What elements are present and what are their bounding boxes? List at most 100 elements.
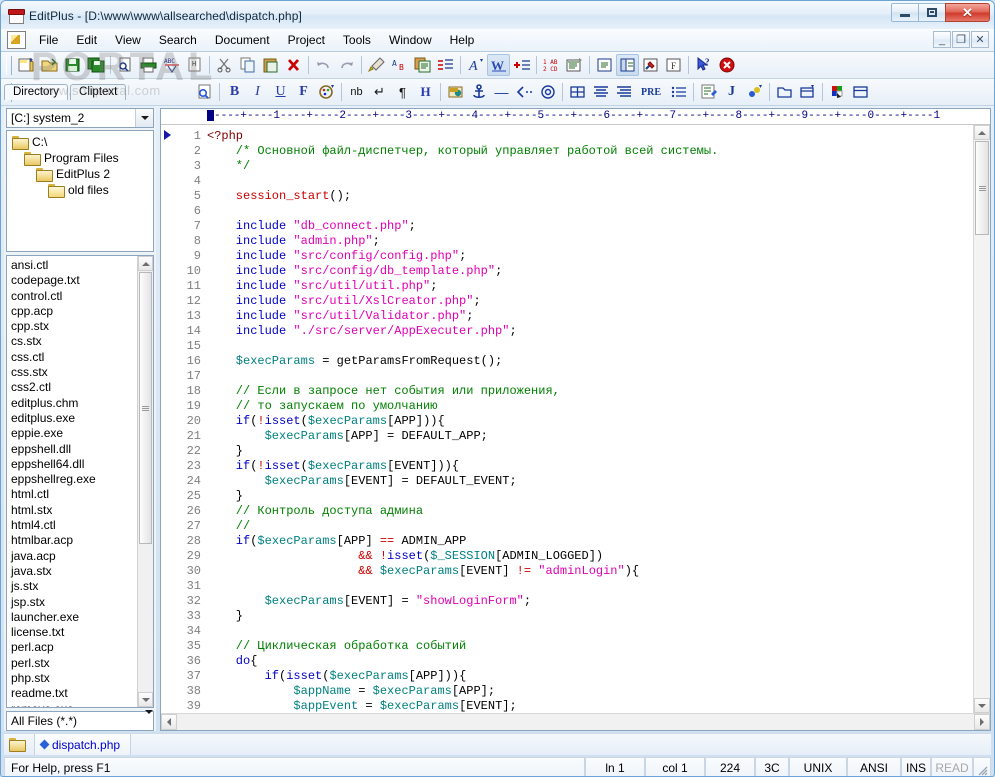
font-f-icon[interactable]: F — [292, 81, 315, 103]
file-list-item[interactable]: eppie.exe — [11, 426, 137, 441]
status-line-ending[interactable]: UNIX — [789, 757, 847, 776]
file-list-item[interactable]: perl.stx — [11, 656, 137, 671]
code-line[interactable]: if(!isset($execParams[APP])){ — [207, 414, 973, 429]
output-window-icon[interactable] — [593, 54, 616, 76]
floppy-save-icon[interactable] — [61, 54, 84, 76]
align-right-icon[interactable] — [612, 81, 635, 103]
file-list-item[interactable]: css.ctl — [11, 350, 137, 365]
code-line[interactable]: // Контроль доступа админа — [207, 504, 973, 519]
indent-list-icon[interactable] — [434, 54, 457, 76]
code-line[interactable]: if(!isset($execParams[EVENT])){ — [207, 459, 973, 474]
menu-help[interactable]: Help — [441, 31, 484, 49]
tab-cliptext[interactable]: Cliptext — [70, 84, 127, 100]
chevron-down-icon[interactable] — [145, 710, 153, 728]
code-line[interactable]: do{ — [207, 654, 973, 669]
menu-file[interactable]: File — [30, 31, 67, 49]
code-line[interactable]: session_start(); — [207, 189, 973, 204]
file-list-item[interactable]: remove.exe — [11, 702, 137, 707]
java-j-icon[interactable]: J — [720, 81, 743, 103]
red-x-icon[interactable] — [282, 54, 305, 76]
code-line[interactable]: // Если в запросе нет события или прилож… — [207, 384, 973, 399]
file-list-item[interactable]: css2.ctl — [11, 380, 137, 395]
print-preview-icon[interactable] — [114, 54, 137, 76]
code-line[interactable]: include "db_connect.php"; — [207, 219, 973, 234]
file-list-item[interactable]: java.stx — [11, 564, 137, 579]
magnifier-page-icon[interactable] — [193, 81, 216, 103]
function-f-icon[interactable]: F — [662, 54, 685, 76]
heading-h-icon[interactable]: H — [414, 81, 437, 103]
editor-hscroll-track[interactable] — [177, 714, 974, 730]
folder-link-icon[interactable] — [773, 81, 796, 103]
tabbar-folder-button[interactable] — [4, 734, 35, 755]
file-list-scrollbar[interactable] — [137, 256, 153, 707]
code-line[interactable]: include "./src/server/AppExecuter.php"; — [207, 324, 973, 339]
menu-edit[interactable]: Edit — [67, 31, 106, 49]
file-list-item[interactable]: cpp.stx — [11, 319, 137, 334]
menu-view[interactable]: View — [106, 31, 150, 49]
abc-spell-icon[interactable]: ABC — [160, 54, 183, 76]
image-icon[interactable] — [444, 81, 467, 103]
menu-document[interactable]: Document — [206, 31, 279, 49]
italic-i-icon[interactable]: I — [246, 81, 269, 103]
code-line[interactable] — [207, 339, 973, 354]
target-icon[interactable] — [536, 81, 559, 103]
code-line[interactable]: include "src/util/XslCreator.php"; — [207, 294, 973, 309]
file-list-item[interactable]: license.txt — [11, 625, 137, 640]
file-list-item[interactable]: cs.stx — [11, 334, 137, 349]
nbsp-icon[interactable]: nb — [345, 81, 368, 103]
file-list-item[interactable]: css.stx — [11, 365, 137, 380]
tree-item-program-files[interactable]: Program Files — [7, 150, 153, 166]
code-line[interactable]: // то запускаем по умолчанию — [207, 399, 973, 414]
tree-item-root[interactable]: C:\ — [7, 134, 153, 150]
file-list-item[interactable]: eppshell.dll — [11, 442, 137, 457]
code-line[interactable]: $execParams[APP] = DEFAULT_APP; — [207, 429, 973, 444]
code-line[interactable]: // — [207, 519, 973, 534]
file-list-item[interactable]: html4.ctl — [11, 518, 137, 533]
bold-b-icon[interactable]: B — [223, 81, 246, 103]
comment-tag-icon[interactable] — [513, 81, 536, 103]
help-arrow-icon[interactable]: ? — [692, 54, 715, 76]
paragraph-icon[interactable]: ¶ — [391, 81, 414, 103]
status-encoding[interactable]: ANSI — [847, 757, 901, 776]
code-line[interactable] — [207, 624, 973, 639]
editor-scroll-left-button[interactable] — [161, 714, 177, 730]
applet-icon[interactable] — [743, 81, 766, 103]
minimize-button[interactable] — [891, 3, 919, 22]
stop-red-icon[interactable] — [715, 54, 738, 76]
code-line[interactable]: && $execParams[EVENT] != "adminLogin"){ — [207, 564, 973, 579]
code-line[interactable]: && !isset($_SESSION[ADMIN_LOGGED]) — [207, 549, 973, 564]
editor-horizontal-scrollbar[interactable] — [161, 713, 990, 730]
menu-search[interactable]: Search — [150, 31, 206, 49]
file-list-item[interactable]: perl.acp — [11, 640, 137, 655]
align-center-icon[interactable] — [589, 81, 612, 103]
file-list-item[interactable]: editplus.exe — [11, 411, 137, 426]
maximize-button[interactable] — [918, 3, 946, 22]
list-icon[interactable] — [667, 81, 690, 103]
code-line[interactable]: */ — [207, 159, 973, 174]
code-line[interactable]: } — [207, 489, 973, 504]
file-list-item[interactable]: codepage.txt — [11, 273, 137, 288]
code-line[interactable]: include "src/config/db_template.php"; — [207, 264, 973, 279]
mdi-restore-button[interactable]: ❐ — [952, 31, 970, 48]
editor-scroll-up-button[interactable] — [974, 125, 990, 140]
word-w-icon[interactable]: W — [487, 54, 510, 76]
clipboard-paste-icon[interactable] — [259, 54, 282, 76]
file-list-item[interactable]: readme.txt — [11, 686, 137, 701]
toolbar-grip[interactable] — [6, 55, 12, 75]
code-line[interactable]: if(isset($execParams[APP])){ — [207, 669, 973, 684]
table-icon[interactable] — [566, 81, 589, 103]
tab-directory[interactable]: Directory — [4, 84, 69, 100]
file-list-item[interactable]: cpp.acp — [11, 304, 137, 319]
menu-project[interactable]: Project — [279, 31, 334, 49]
html-page-icon[interactable]: H — [183, 54, 206, 76]
abcd-numbers-icon[interactable]: 1 AB 2 CD — [540, 54, 563, 76]
anchor-icon[interactable] — [467, 81, 490, 103]
editor-scroll-down-button[interactable] — [974, 698, 990, 713]
tree-item-editplus[interactable]: EditPlus 2 — [7, 166, 153, 182]
palette-icon[interactable] — [315, 81, 338, 103]
code-line[interactable] — [207, 204, 973, 219]
frame-icon[interactable] — [796, 81, 819, 103]
code-line[interactable]: if($execParams[APP] == ADMIN_APP — [207, 534, 973, 549]
editor-scroll-thumb[interactable] — [975, 141, 989, 235]
chevron-down-icon[interactable] — [135, 109, 153, 127]
